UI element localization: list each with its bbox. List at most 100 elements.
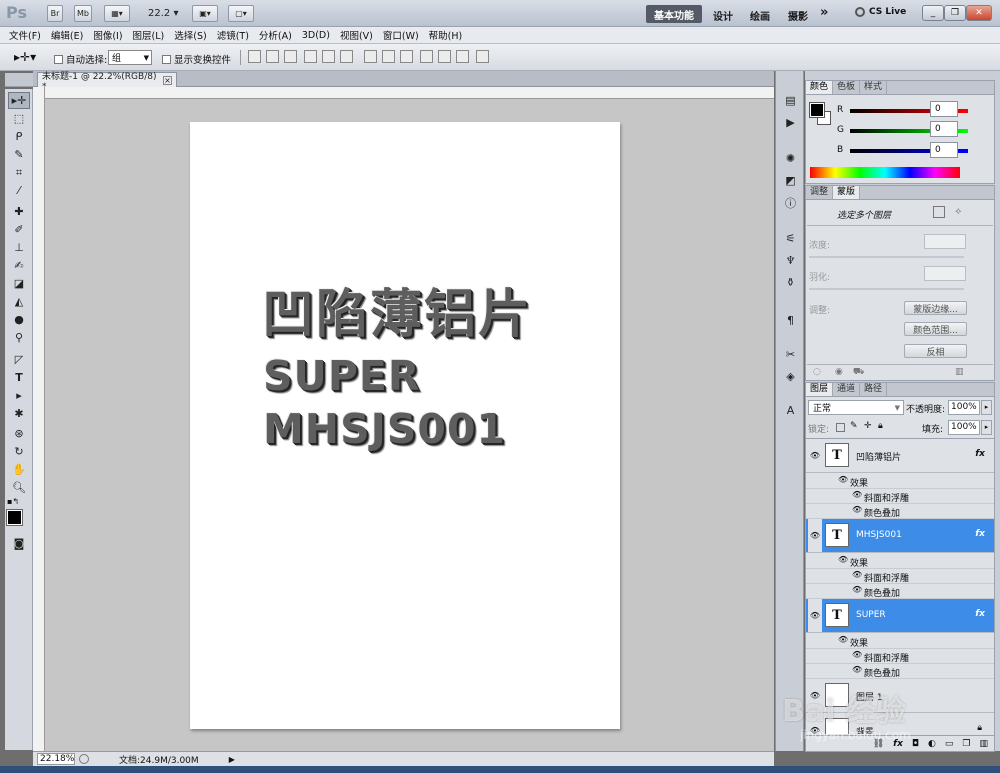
tab-masks[interactable]: 蒙版 [833, 186, 861, 199]
eye-icon[interactable]: 👁︎ [852, 505, 862, 514]
effects-row[interactable]: 👁︎ 效果 [806, 554, 994, 569]
3d-rotate-tool-icon[interactable]: ⊛ [8, 425, 30, 442]
clone-stamp-tool-icon[interactable]: ⊥ [8, 239, 30, 256]
align-vertical-center-icon[interactable] [266, 50, 279, 63]
channel-b-input[interactable]: 0 [930, 142, 958, 158]
channel-g-input[interactable]: 0 [930, 121, 958, 137]
tab-styles[interactable]: 样式 [860, 81, 888, 94]
path-selection-tool-icon[interactable]: ◸ [8, 351, 30, 368]
effect-bevel-row[interactable]: 👁︎ 斜面和浮雕 [806, 489, 994, 504]
eye-icon[interactable]: 👁︎ [838, 475, 848, 484]
histogram-panel-icon[interactable]: ◩ [782, 173, 799, 188]
align-bottom-icon[interactable] [284, 50, 297, 63]
status-info-icon[interactable] [79, 754, 89, 764]
screen-mode-button[interactable]: ▢▾ [228, 5, 254, 22]
pixel-mask-icon[interactable] [933, 206, 945, 218]
fx-icon[interactable]: fx [975, 449, 985, 459]
eyedropper-tool-icon[interactable]: ⁄ [8, 182, 30, 199]
workspace-painting-button[interactable]: 绘画 [750, 8, 770, 23]
brush-presets-panel-icon[interactable]: ⚟ [782, 231, 799, 246]
eye-icon[interactable]: 👁︎ [852, 490, 862, 499]
opacity-input[interactable]: 100% [948, 400, 980, 415]
menu-analysis[interactable]: 分析(A) [259, 28, 292, 42]
eye-icon[interactable]: 👁︎ [852, 650, 862, 659]
menu-view[interactable]: 视图(V) [340, 28, 373, 42]
invert-button[interactable]: 反相 [904, 344, 967, 358]
workspace-photography-button[interactable]: 摄影 [788, 8, 808, 23]
tools-panel-header[interactable] [5, 73, 33, 87]
close-window-button[interactable]: ✕ [966, 5, 992, 21]
move-tool-preset-icon[interactable]: ▸✛▾ [14, 50, 36, 64]
eye-icon[interactable]: 👁︎ [838, 635, 848, 644]
eye-icon[interactable]: 👁︎ [852, 585, 862, 594]
quick-selection-tool-icon[interactable]: ✎ [8, 146, 30, 163]
close-tab-icon[interactable]: × [163, 75, 172, 85]
eye-icon[interactable]: 👁︎ [852, 665, 862, 674]
view-extras-button[interactable]: ▦▾ [104, 5, 130, 22]
effects-row[interactable]: 👁︎ 效果 [806, 474, 994, 489]
marquee-tool-icon[interactable]: ⬚ [8, 110, 30, 127]
cs-live-button[interactable]: CS Live [855, 7, 906, 17]
eraser-tool-icon[interactable]: ◪ [8, 275, 30, 292]
auto-select-checkbox[interactable]: 自动选择: [54, 52, 107, 66]
tab-paths[interactable]: 路径 [860, 383, 888, 396]
effect-color-overlay-row[interactable]: 👁︎ 颜色叠加 [806, 504, 994, 519]
auto-select-dropdown[interactable]: 组 ▼ [108, 50, 152, 65]
fill-input[interactable]: 100% [948, 420, 980, 435]
hand-tool-icon[interactable]: ✋ [8, 461, 30, 478]
brush-tool-icon[interactable]: ✐ [8, 221, 30, 238]
navigator-panel-icon[interactable]: ✺ [782, 151, 799, 166]
menu-filter[interactable]: 滤镜(T) [217, 28, 249, 42]
distribute-right-icon[interactable] [456, 50, 469, 63]
actions-panel-icon[interactable]: ▶ [782, 115, 799, 130]
density-slider[interactable] [809, 256, 964, 258]
align-right-icon[interactable] [340, 50, 353, 63]
lasso-tool-icon[interactable]: ᑭ [8, 128, 30, 145]
menu-edit[interactable]: 编辑(E) [51, 28, 83, 42]
eye-icon[interactable]: 👁︎ [852, 570, 862, 579]
auto-align-layers-icon[interactable] [476, 50, 489, 63]
history-brush-tool-icon[interactable]: ✍ [8, 257, 30, 274]
effect-bevel-row[interactable]: 👁︎ 斜面和浮雕 [806, 649, 994, 664]
apply-mask-icon[interactable]: ◉ [835, 367, 843, 377]
distribute-bottom-icon[interactable] [400, 50, 413, 63]
align-horizontal-center-icon[interactable] [322, 50, 335, 63]
tab-adjustments[interactable]: 调整 [806, 186, 834, 199]
document-tab[interactable]: 未标题-1 @ 22.2%(RGB/8) * × [37, 72, 177, 92]
character-panel-icon[interactable]: A [782, 403, 799, 418]
eye-icon[interactable]: 👁︎ [808, 439, 822, 472]
menu-3d[interactable]: 3D(D) [302, 30, 330, 41]
color-foreground-swatch[interactable] [809, 102, 825, 118]
new-group-icon[interactable]: ▭ [945, 739, 954, 749]
menu-file[interactable]: 文件(F) [9, 28, 41, 42]
load-selection-icon[interactable]: ◌ [813, 367, 821, 377]
delete-mask-icon[interactable]: ▥ [955, 367, 964, 377]
mini-bridge-button[interactable]: Mb [74, 5, 92, 22]
blur-tool-icon[interactable]: ● [8, 311, 30, 328]
opacity-slider-arrow-icon[interactable]: ▸ [981, 400, 992, 415]
arrange-documents-button[interactable]: ▣▾ [192, 5, 218, 22]
effects-row[interactable]: 👁︎ 效果 [806, 634, 994, 649]
vector-mask-icon[interactable]: ⟡ [955, 206, 962, 217]
add-mask-icon[interactable]: ◘ [912, 739, 919, 749]
show-transform-controls-checkbox[interactable]: 显示变换控件 [162, 52, 231, 66]
workspace-essentials-button[interactable]: 基本功能 [646, 5, 702, 23]
status-zoom-field[interactable]: 22.18% [37, 753, 75, 765]
menu-help[interactable]: 帮助(H) [429, 28, 463, 42]
adjustment-layer-icon[interactable]: ◐ [928, 739, 936, 749]
align-top-icon[interactable] [248, 50, 261, 63]
3d-orbit-tool-icon[interactable]: ↻ [8, 443, 30, 460]
layer-row-mhsjs001[interactable]: 👁︎ T MHSJS001 fx [806, 519, 994, 553]
distribute-left-icon[interactable] [420, 50, 433, 63]
mask-visibility-icon[interactable]: ⛟ [853, 367, 864, 378]
zoom-tool-icon[interactable]: 🔍︎ [8, 479, 30, 496]
move-tool-icon[interactable]: ▸✛ [8, 92, 30, 109]
distribute-horizontal-center-icon[interactable] [438, 50, 451, 63]
tab-layers[interactable]: 图层 [806, 383, 834, 396]
menu-window[interactable]: 窗口(W) [383, 28, 419, 42]
document-canvas[interactable]: 凹陷薄铝片 SUPER MHSJS001 [190, 122, 620, 729]
bridge-button[interactable]: Br [47, 5, 63, 22]
effect-bevel-row[interactable]: 👁︎ 斜面和浮雕 [806, 569, 994, 584]
swap-colors-icon[interactable]: ▪↰ [7, 497, 19, 506]
color-spectrum-ramp[interactable] [810, 167, 960, 178]
